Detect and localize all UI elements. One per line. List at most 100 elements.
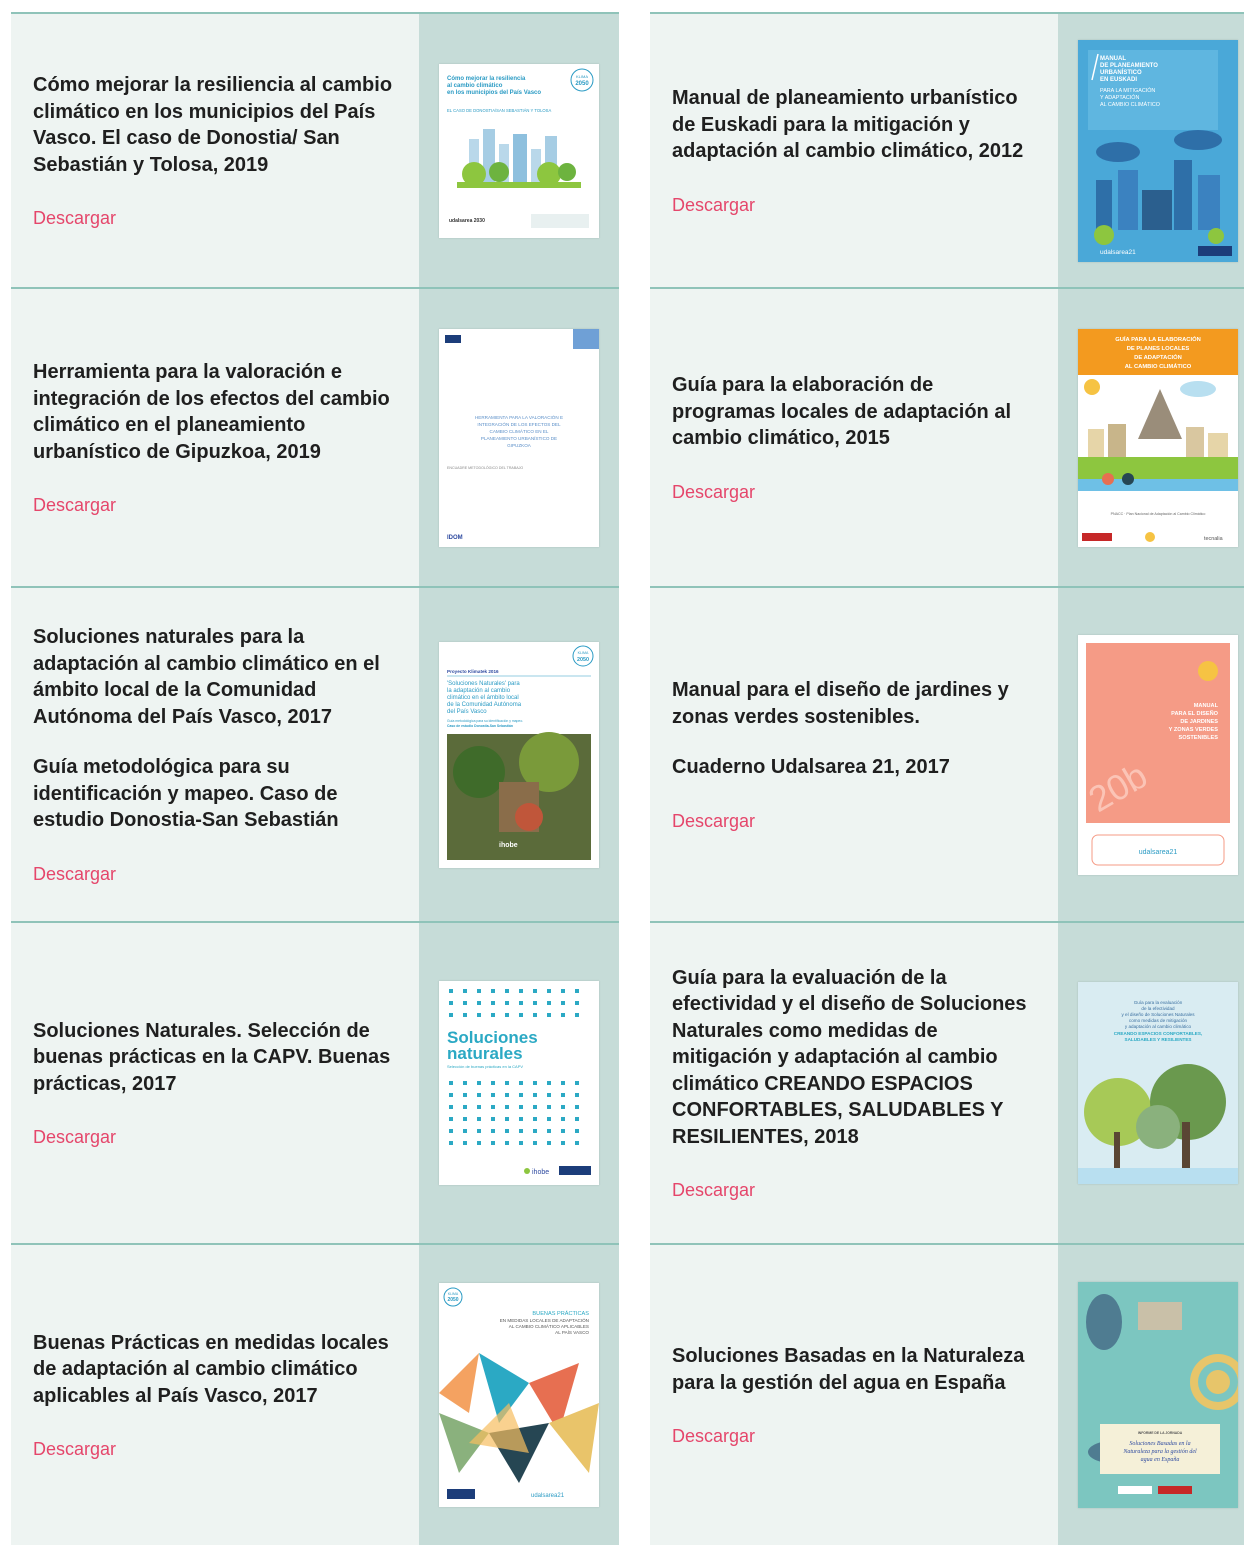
svg-text:EN EUSKADI: EN EUSKADI	[1100, 77, 1137, 83]
publication-title: Guía para la elaboración de programas lo…	[672, 374, 1012, 450]
svg-text:INFORME DE LA JORNADA: INFORME DE LA JORNADA	[1138, 1431, 1183, 1435]
svg-text:Cómo mejorar la resiliencia: Cómo mejorar la resiliencia	[447, 76, 526, 82]
publication-card: Guía para la elaboración de programas lo…	[650, 287, 1244, 586]
publication-card: Guía para la evaluación de la efectivida…	[650, 921, 1244, 1243]
svg-text:de la efectividad: de la efectividad	[1141, 1006, 1175, 1011]
download-link[interactable]: Descargar	[33, 495, 397, 516]
publication-title: Manual de planeamiento urbanístico de Eu…	[672, 87, 1024, 163]
svg-text:de la Comunidad Autónoma: de la Comunidad Autónoma	[447, 702, 522, 708]
svg-text:al cambio climático: al cambio climático	[447, 83, 503, 89]
publication-card: Buenas Prácticas en medidas locales de a…	[11, 1243, 619, 1545]
publication-card: Manual de planeamiento urbanístico de Eu…	[650, 12, 1244, 287]
publication-subtitle: Cuaderno Udalsarea 21, 2017	[672, 756, 950, 779]
svg-text:PARA EL DISEÑO: PARA EL DISEÑO	[1171, 710, 1218, 717]
svg-text:HERRAMIENTA PARA LA VALORACIÓN: HERRAMIENTA PARA LA VALORACIÓN E	[475, 414, 563, 420]
download-link[interactable]: Descargar	[672, 195, 1036, 216]
svg-text:INTEGRACIÓN DE LOS EFECTOS DEL: INTEGRACIÓN DE LOS EFECTOS DEL	[477, 421, 561, 427]
svg-text:Soluciones Basadas en la: Soluciones Basadas en la	[1129, 1441, 1190, 1447]
download-link[interactable]: Descargar	[672, 811, 1036, 832]
svg-text:del País Vasco: del País Vasco	[447, 709, 487, 715]
svg-text:CREANDO ESPACIOS CONFORTABLES,: CREANDO ESPACIOS CONFORTABLES,	[1114, 1031, 1202, 1036]
svg-text:DE PLANEAMIENTO: DE PLANEAMIENTO	[1100, 63, 1158, 69]
svg-text:udalsarea21: udalsarea21	[1139, 849, 1178, 856]
svg-text:2050: 2050	[575, 81, 589, 87]
download-link[interactable]: Descargar	[33, 1127, 397, 1148]
publication-card: Herramienta para la valoración e integra…	[11, 287, 619, 586]
download-link[interactable]: Descargar	[33, 864, 397, 885]
svg-text:KLIMA: KLIMA	[578, 651, 589, 655]
publication-card: Cómo mejorar la resiliencia al cambio cl…	[11, 12, 619, 287]
svg-text:y adaptación al cambio climáti: y adaptación al cambio climático	[1125, 1024, 1192, 1029]
svg-text:2050: 2050	[447, 1297, 458, 1303]
publication-subtitle: Guía metodológica para su identificación…	[33, 756, 339, 832]
publication-title: Soluciones Basadas en la Naturaleza para…	[672, 1345, 1025, 1394]
svg-text:DE ADAPTACIÓN: DE ADAPTACIÓN	[1134, 353, 1182, 361]
svg-text:climático en el ámbito local: climático en el ámbito local	[447, 695, 519, 701]
publication-cover[interactable]: MANUAL DE PLANEAMIENTO URBANÍSTICO EN EU…	[1078, 39, 1238, 262]
svg-text:PARA LA MITIGACIÓN: PARA LA MITIGACIÓN	[1100, 87, 1155, 94]
svg-text:Naturaleza para la gestión del: Naturaleza para la gestión del	[1122, 1449, 1197, 1455]
svg-text:naturales: naturales	[447, 1044, 523, 1063]
svg-text:agua en España: agua en España	[1141, 1457, 1180, 1463]
svg-text:DE JARDINES: DE JARDINES	[1180, 719, 1218, 725]
publication-cover[interactable]: INFORME DE LA JORNADA Soluciones Basadas…	[1078, 1282, 1238, 1508]
svg-text:SALUDABLES Y RESILIENTES: SALUDABLES Y RESILIENTES	[1125, 1037, 1192, 1042]
svg-text:y el diseño de Soluciones Natu: y el diseño de Soluciones Naturales	[1121, 1012, 1195, 1017]
svg-text:Selección de buenas prácticas: Selección de buenas prácticas en la CAPV	[447, 1064, 523, 1069]
publication-cover[interactable]: Cómo mejorar la resiliencia al cambio cl…	[439, 63, 599, 238]
publication-title: Soluciones naturales para la adaptación …	[33, 626, 380, 728]
svg-text:como medidas de mitigación: como medidas de mitigación	[1129, 1018, 1188, 1023]
publication-card: Soluciones Basadas en la Naturaleza para…	[650, 1243, 1244, 1545]
publication-cover[interactable]: Guía para la evaluación de la efectivida…	[1078, 982, 1238, 1184]
svg-text:ENCUADRE METODOLÓGICO DEL TRAB: ENCUADRE METODOLÓGICO DEL TRABAJO	[447, 465, 523, 470]
svg-text:PNACC · Plan Nacional de Adapt: PNACC · Plan Nacional de Adaptación al C…	[1111, 512, 1206, 516]
svg-text:BUENAS PRÁCTICAS: BUENAS PRÁCTICAS	[532, 1310, 589, 1317]
right-column: Manual de planeamiento urbanístico de Eu…	[650, 12, 1244, 1545]
publication-cover[interactable]: HERRAMIENTA PARA LA VALORACIÓN E INTEGRA…	[439, 328, 599, 547]
svg-text:en los municipios del País Vas: en los municipios del País Vasco	[447, 90, 541, 96]
svg-text:DE PLANES LOCALES: DE PLANES LOCALES	[1127, 346, 1190, 352]
publication-cover[interactable]: KLIMA 2050 Proyecto Klimatek 2016 'Soluc…	[439, 641, 599, 868]
svg-text:Y ADAPTACIÓN: Y ADAPTACIÓN	[1100, 94, 1139, 101]
svg-text:EL CASO DE DONOSTIA/SAN SEBAST: EL CASO DE DONOSTIA/SAN SEBASTIÁN Y TOLO…	[447, 108, 551, 113]
svg-text:Y ZONAS VERDES: Y ZONAS VERDES	[1169, 727, 1219, 733]
download-link[interactable]: Descargar	[672, 1180, 1036, 1201]
svg-text:2050: 2050	[577, 657, 589, 663]
svg-text:tecnalia: tecnalia	[1204, 536, 1223, 542]
download-link[interactable]: Descargar	[672, 1426, 1036, 1447]
svg-text:'Soluciones Naturales' para: 'Soluciones Naturales' para	[447, 681, 520, 687]
publication-cover[interactable]: KLIMA 2050 BUENAS PRÁCTICAS EN MEDIDAS L…	[439, 1283, 599, 1507]
download-link[interactable]: Descargar	[33, 1439, 397, 1460]
svg-text:ihobe: ihobe	[499, 842, 518, 849]
publication-cover[interactable]: Soluciones naturales Selección de buenas…	[439, 981, 599, 1185]
publication-cover[interactable]: GUÍA PARA LA ELABORACIÓN DE PLANES LOCAL…	[1078, 328, 1238, 547]
svg-text:EN MEDIDAS LOCALES DE ADAPTACI: EN MEDIDAS LOCALES DE ADAPTACIÓN	[500, 1317, 589, 1323]
publication-title: Guía para la evaluación de la efectivida…	[672, 966, 1027, 1148]
svg-text:AL CAMBIO CLIMÁTICO APLICABLES: AL CAMBIO CLIMÁTICO APLICABLES	[509, 1323, 589, 1329]
svg-text:ihobe: ihobe	[532, 1169, 549, 1176]
svg-text:CAMBIO CLIMÁTICO EN EL: CAMBIO CLIMÁTICO EN EL	[490, 428, 549, 434]
publication-title: Buenas Prácticas en medidas locales de a…	[33, 1331, 389, 1407]
download-link[interactable]: Descargar	[672, 482, 1036, 503]
svg-text:udalsarea21: udalsarea21	[531, 1493, 565, 1499]
svg-text:AL PAÍS VASCO: AL PAÍS VASCO	[555, 1329, 589, 1335]
publication-title: Manual para el diseño de jardines y zona…	[672, 679, 1009, 728]
svg-text:MANUAL: MANUAL	[1100, 56, 1126, 62]
svg-text:AL CAMBIO CLIMÁTICO: AL CAMBIO CLIMÁTICO	[1100, 101, 1160, 108]
publication-card: Manual para el diseño de jardines y zona…	[650, 586, 1244, 921]
svg-text:SOSTENIBLES: SOSTENIBLES	[1179, 735, 1219, 741]
publication-card: Soluciones naturales para la adaptación …	[11, 586, 619, 921]
svg-text:IDOM: IDOM	[447, 535, 463, 541]
svg-text:GIPUZKOA: GIPUZKOA	[507, 443, 532, 448]
download-link[interactable]: Descargar	[33, 208, 397, 229]
svg-text:KLIMA: KLIMA	[576, 74, 588, 79]
svg-text:udalsarea 2030: udalsarea 2030	[449, 218, 485, 224]
svg-text:Guía para la evaluación: Guía para la evaluación	[1134, 1000, 1183, 1005]
publication-title: Soluciones Naturales. Selección de buena…	[33, 1019, 391, 1095]
publication-cover[interactable]: MANUAL PARA EL DISEÑO DE JARDINES Y ZONA…	[1078, 634, 1238, 875]
svg-text:GUÍA PARA LA ELABORACIÓN: GUÍA PARA LA ELABORACIÓN	[1115, 335, 1201, 343]
svg-text:URBANÍSTICO: URBANÍSTICO	[1100, 68, 1142, 76]
publication-title: Cómo mejorar la resiliencia al cambio cl…	[33, 74, 393, 176]
svg-text:AL CAMBIO CLIMÁTICO: AL CAMBIO CLIMÁTICO	[1125, 363, 1192, 370]
svg-text:Guía metodológica para su iden: Guía metodológica para su identificación…	[447, 719, 523, 723]
